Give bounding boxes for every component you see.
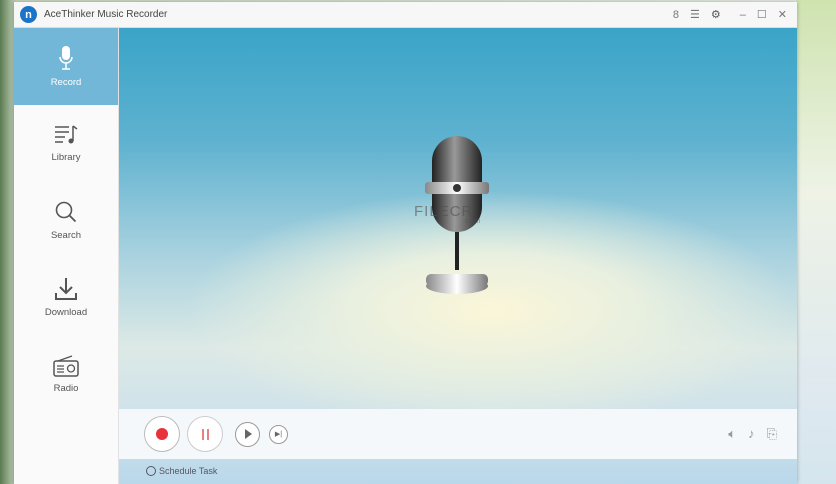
clock-icon (146, 466, 156, 476)
app-logo: n (20, 6, 37, 23)
sidebar-item-label: Search (50, 230, 82, 241)
sidebar-item-download[interactable]: Download (14, 259, 118, 336)
user-icon[interactable]: 8 (673, 9, 679, 21)
sidebar-item-label: Radio (53, 383, 79, 394)
search-icon (55, 201, 77, 223)
export-file-icon[interactable]: ⎘ (767, 426, 777, 442)
sidebar: Record Library Search Download Radio (14, 28, 119, 484)
schedule-task-label: Schedule Task (159, 466, 218, 476)
microphone-icon (59, 46, 73, 70)
gear-icon[interactable]: ⚙ (711, 8, 721, 21)
skip-next-button[interactable]: ▶| (269, 424, 288, 444)
maximize-button[interactable]: ☐ (757, 8, 767, 21)
sidebar-item-record[interactable]: Record (14, 28, 118, 105)
watermark: FILECR .com (414, 203, 482, 225)
music-list-icon (55, 125, 78, 144)
minimize-button[interactable]: – (740, 9, 746, 21)
record-button[interactable] (144, 416, 180, 452)
play-button[interactable] (235, 421, 260, 447)
sidebar-item-search[interactable]: Search (14, 182, 118, 259)
record-panel: FILECR .com ▶| 🔈︎ ♪ ⎘ Schedule Task (119, 28, 797, 484)
skip-next-icon: ▶| (274, 431, 283, 438)
app-window: n AceThinker Music Recorder 8 ☰ ⚙ – ☐ ✕ … (14, 2, 797, 484)
window-title: AceThinker Music Recorder (44, 9, 168, 20)
sidebar-item-label: Download (44, 307, 88, 318)
menu-list-icon[interactable]: ☰ (690, 8, 700, 21)
play-icon (245, 429, 252, 439)
sidebar-item-radio[interactable]: Radio (14, 336, 118, 413)
schedule-task-button[interactable]: Schedule Task (146, 466, 217, 476)
sidebar-item-label: Record (50, 77, 82, 88)
radio-icon (53, 355, 79, 377)
playback-controls: ▶| 🔈︎ ♪ ⎘ (119, 409, 797, 459)
sidebar-item-library[interactable]: Library (14, 105, 118, 182)
record-dot-icon (156, 428, 168, 440)
download-icon (55, 278, 77, 300)
pause-button[interactable] (187, 416, 223, 452)
volume-icon[interactable]: 🔈︎ (728, 426, 736, 442)
sidebar-item-label: Library (51, 152, 81, 163)
audio-source-icon[interactable]: ♪ (748, 426, 755, 442)
pause-icon (201, 428, 209, 440)
close-button[interactable]: ✕ (778, 8, 787, 21)
title-bar: n AceThinker Music Recorder 8 ☰ ⚙ – ☐ ✕ (14, 2, 797, 28)
